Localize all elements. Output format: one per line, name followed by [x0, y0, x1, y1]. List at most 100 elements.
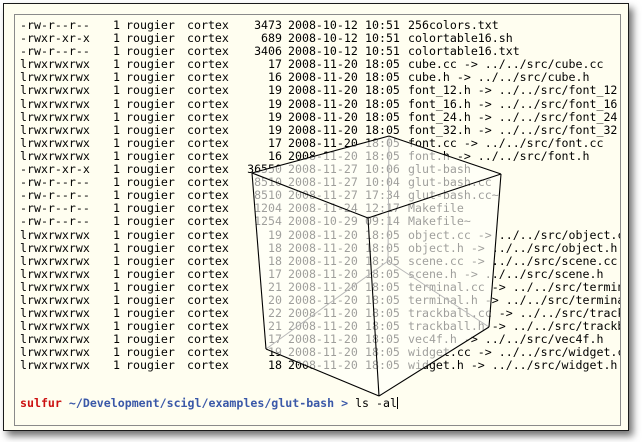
listing-perm: lrwxrwxrwx — [20, 254, 90, 268]
listing-output: -rw-r--r-- 1 rougier cortex 3473 2008-10-12 10… — [20, 19, 620, 373]
listing-time: 12:17 — [365, 202, 400, 216]
listing-size: 19 — [268, 110, 282, 124]
listing-name: trackball.cc -> ../../src/trackball.cc — [408, 307, 620, 321]
listing-time: 18:05 — [365, 58, 400, 72]
listing-group: cortex — [187, 320, 229, 334]
prompt-symbol: > — [341, 396, 349, 410]
listing-perm: -rw-r--r-- — [20, 189, 90, 203]
listing-group: cortex — [187, 149, 229, 163]
listing-size: 18 — [268, 254, 282, 268]
listing-time: 18:05 — [365, 359, 400, 373]
command-input[interactable]: ls -al — [355, 396, 397, 410]
listing-perm: -rw-r--r-- — [20, 176, 90, 190]
listing-user: rougier — [126, 136, 175, 150]
prompt-host: sulfur — [20, 396, 62, 410]
listing-size: 19 — [268, 97, 282, 111]
listing-group: cortex — [187, 215, 229, 229]
listing-group: cortex — [187, 176, 229, 190]
listing-name: cube.h -> ../../src/cube.h — [408, 71, 590, 85]
listing-row: -rwxr-xr-x 1 rougier cortex 36550 2008-11-27 1… — [20, 163, 620, 176]
listing-name: terminal.h -> ../../src/terminal.h — [408, 293, 620, 307]
listing-name: font.cc -> ../../src/font.cc — [408, 136, 604, 150]
listing-row: lrwxrwxrwx 1 rougier cortex 17 2008-11-20 18:0… — [20, 137, 620, 150]
listing-date: 2008-11-20 — [288, 359, 358, 373]
listing-links: 1 — [113, 267, 120, 281]
listing-time: 18:05 — [365, 307, 400, 321]
listing-group: cortex — [187, 228, 229, 242]
listing-user: rougier — [126, 189, 175, 203]
listing-perm: -rw-r--r-- — [20, 19, 90, 32]
listing-size: 17 — [268, 333, 282, 347]
listing-group: cortex — [187, 97, 229, 111]
listing-row: lrwxrwxrwx 1 rougier cortex 16 2008-11-20 18:0… — [20, 71, 620, 84]
listing-size: 3406 — [254, 45, 282, 59]
listing-time: 10:04 — [365, 176, 400, 190]
listing-links: 1 — [113, 320, 120, 334]
listing-group: cortex — [187, 280, 229, 294]
listing-size: 16 — [268, 71, 282, 85]
listing-perm: -rw-r--r-- — [20, 45, 90, 59]
listing-row: lrwxrwxrwx 1 rougier cortex 19 2008-11-20 18:0… — [20, 346, 620, 359]
listing-perm: lrwxrwxrwx — [20, 359, 90, 373]
listing-group: cortex — [187, 346, 229, 360]
listing-time: 18:05 — [365, 293, 400, 307]
listing-group: cortex — [187, 58, 229, 72]
listing-name: glut-bash.cc — [408, 176, 492, 190]
listing-size: 8510 — [254, 189, 282, 203]
listing-name: terminal.cc -> ../../src/terminal.cc — [408, 280, 620, 294]
listing-perm: lrwxrwxrwx — [20, 228, 90, 242]
listing-user: rougier — [126, 267, 175, 281]
listing-row: lrwxrwxrwx 1 rougier cortex 21 2008-11-20 18:0… — [20, 281, 620, 294]
listing-group: cortex — [187, 84, 229, 98]
listing-group: cortex — [187, 241, 229, 255]
window-frame: -rw-r--r-- 1 rougier cortex 3473 2008-10-12 10… — [3, 3, 629, 431]
listing-name: Makefile~ — [408, 215, 471, 229]
prompt-line[interactable]: sulfur ~/Development/scigl/examples/glut… — [20, 396, 398, 410]
listing-group: cortex — [187, 136, 229, 150]
listing-name: 256colors.txt — [408, 19, 499, 32]
listing-links: 1 — [113, 307, 120, 321]
listing-perm: lrwxrwxrwx — [20, 320, 90, 334]
listing-time: 18:05 — [365, 280, 400, 294]
listing-user: rougier — [126, 110, 175, 124]
listing-group: cortex — [187, 202, 229, 216]
listing-group: cortex — [187, 71, 229, 85]
listing-links: 1 — [113, 163, 120, 177]
listing-date: 2008-11-20 — [288, 280, 358, 294]
listing-links: 1 — [113, 32, 120, 46]
listing-group: cortex — [187, 32, 229, 46]
listing-time: 10:06 — [365, 163, 400, 177]
listing-group: cortex — [187, 189, 229, 203]
terminal-view[interactable]: -rw-r--r-- 1 rougier cortex 3473 2008-10-12 10… — [14, 14, 621, 426]
listing-time: 18:05 — [365, 149, 400, 163]
listing-perm: lrwxrwxrwx — [20, 307, 90, 321]
listing-user: rougier — [126, 293, 175, 307]
listing-time: 17:34 — [365, 189, 400, 203]
listing-links: 1 — [113, 346, 120, 360]
listing-name: scene.cc -> ../../src/scene.cc — [408, 254, 618, 268]
listing-date: 2008-10-29 — [288, 215, 358, 229]
listing-row: -rw-r--r-- 1 rougier cortex 1254 2008-10-29 09… — [20, 215, 620, 228]
listing-perm: lrwxrwxrwx — [20, 293, 90, 307]
listing-user: rougier — [126, 149, 175, 163]
listing-row: lrwxrwxrwx 1 rougier cortex 16 2008-11-20 18:0… — [20, 150, 620, 163]
listing-perm: lrwxrwxrwx — [20, 84, 90, 98]
listing-user: rougier — [126, 123, 175, 137]
listing-links: 1 — [113, 19, 120, 32]
listing-user: rougier — [126, 32, 175, 46]
listing-date: 2008-11-20 — [288, 307, 358, 321]
listing-links: 1 — [113, 136, 120, 150]
listing-date: 2008-11-20 — [288, 97, 358, 111]
listing-group: cortex — [187, 359, 229, 373]
listing-user: rougier — [126, 176, 175, 190]
listing-row: lrwxrwxrwx 1 rougier cortex 19 2008-11-20 18:0… — [20, 98, 620, 111]
listing-row: lrwxrwxrwx 1 rougier cortex 20 2008-11-20 18:0… — [20, 294, 620, 307]
listing-links: 1 — [113, 359, 120, 373]
listing-row: lrwxrwxrwx 1 rougier cortex 18 2008-11-20 18:0… — [20, 242, 620, 255]
listing-group: cortex — [187, 307, 229, 321]
listing-user: rougier — [126, 333, 175, 347]
listing-group: cortex — [187, 293, 229, 307]
listing-size: 19 — [268, 346, 282, 360]
listing-group: cortex — [187, 45, 229, 59]
listing-links: 1 — [113, 228, 120, 242]
